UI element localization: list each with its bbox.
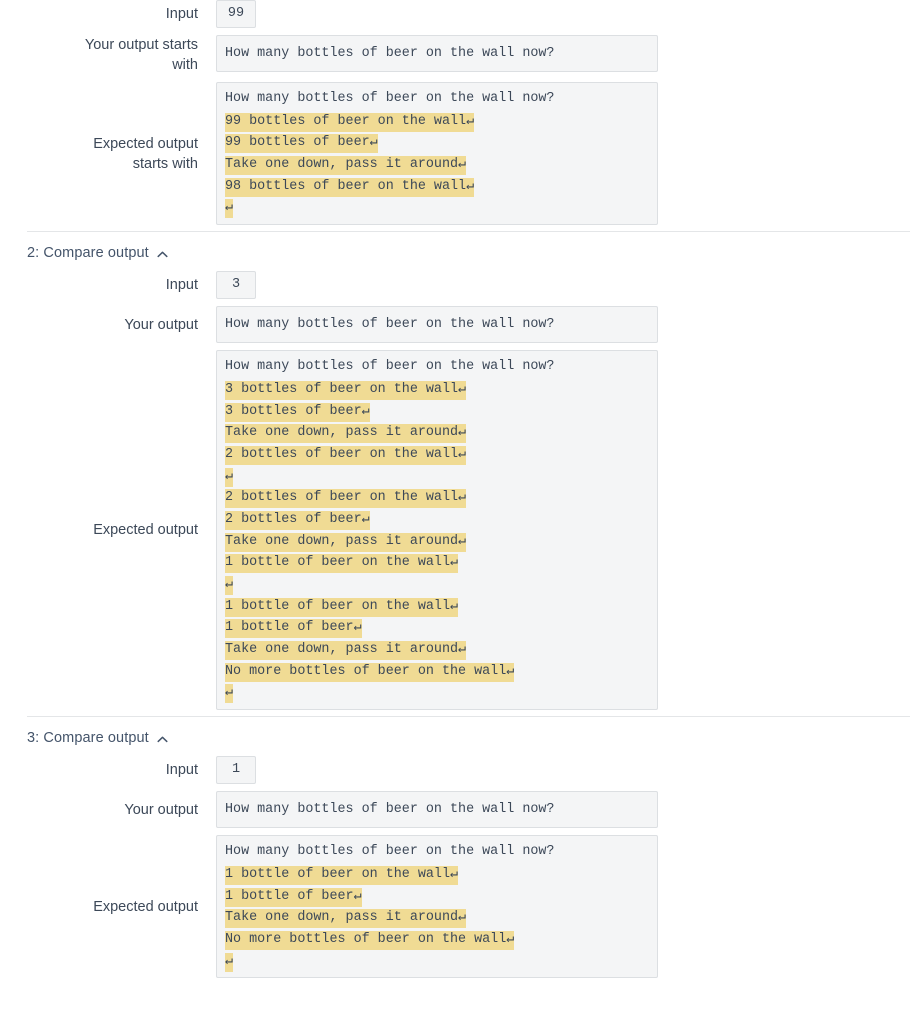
chevron-up-icon[interactable] [156,733,169,746]
output-line: Take one down, pass it around↵ [225,906,649,928]
expected-output-field-wrap: How many bottles of beer on the wall now… [216,82,658,225]
expected-output-value[interactable]: How many bottles of beer on the wall now… [216,350,658,710]
output-line: No more bottles of beer on the wall↵ [225,928,649,950]
output-line: 1 bottle of beer on the wall↵ [225,863,649,885]
section-body: Input 3 Your output How many bottles of bee… [0,271,910,710]
output-line: Take one down, pass it around↵ [225,153,649,175]
output-line: 2 bottles of beer on the wall↵ [225,486,649,508]
your-output-field-wrap: How many bottles of beer on the wall now… [216,791,658,828]
output-line: How many bottles of beer on the wall now… [225,88,649,110]
expected-output-row: Expected output starts with How many bott… [0,82,910,225]
output-line: 2 bottles of beer↵ [225,508,649,530]
output-line: 2 bottles of beer on the wall↵ [225,443,649,465]
your-output-value[interactable]: How many bottles of beer on the wall now… [216,35,658,72]
your-output-label: Your output [0,791,198,820]
section-header-toggle[interactable]: 2: Compare output [0,232,910,271]
output-line: ↵ [225,573,649,595]
output-line: Take one down, pass it around↵ [225,421,649,443]
your-output-value[interactable]: How many bottles of beer on the wall now… [216,306,658,343]
input-row: Input 3 [0,271,910,299]
your-output-label: Your output [0,306,198,335]
expected-output-label: Expected output [0,350,198,540]
input-row: Input 1 [0,756,910,784]
output-line: How many bottles of beer on the wall now… [225,356,649,378]
input-label: Input [0,271,198,295]
input-field-wrap: 1 [216,756,256,784]
section-title: 3: Compare output [27,730,149,746]
input-value[interactable]: 3 [216,271,256,299]
output-line: 1 bottle of beer on the wall↵ [225,595,649,617]
output-line: 1 bottle of beer↵ [225,616,649,638]
input-field-wrap: 99 [216,0,256,28]
input-field-wrap: 3 [216,271,256,299]
your-output-row: Your output How many bottles of beer on t… [0,306,910,343]
input-label: Input [0,756,198,780]
output-line: 99 bottles of beer on the wall↵ [225,110,649,132]
output-line: ↵ [225,465,649,487]
input-value[interactable]: 1 [216,756,256,784]
expected-output-row: Expected output How many bottles of beer … [0,350,910,710]
chevron-up-icon[interactable] [156,248,169,261]
output-line: ↵ [225,681,649,703]
output-line: How many bottles of beer on the wall now… [225,841,649,863]
your-output-label: Your output starts with [0,35,198,75]
section-body: Input 1 Your output How many bottles of bee… [0,756,910,978]
expected-output-field-wrap: How many bottles of beer on the wall now… [216,350,658,710]
output-line: 1 bottle of beer↵ [225,885,649,907]
output-line: 99 bottles of beer↵ [225,131,649,153]
your-output-row: Your output starts with How many bottles … [0,35,910,75]
expected-output-value[interactable]: How many bottles of beer on the wall now… [216,835,658,978]
your-output-value[interactable]: How many bottles of beer on the wall now… [216,791,658,828]
output-line: ↵ [225,196,649,218]
output-line: 1 bottle of beer on the wall↵ [225,551,649,573]
expected-output-field-wrap: How many bottles of beer on the wall now… [216,835,658,978]
output-line: 3 bottles of beer↵ [225,400,649,422]
input-value[interactable]: 99 [216,0,256,28]
your-output-field-wrap: How many bottles of beer on the wall now… [216,306,658,343]
output-line: Take one down, pass it around↵ [225,530,649,552]
output-line: ↵ [225,950,649,972]
section-body: Input 99 Your output starts with How many b… [0,0,910,225]
test-results-page: Input 99 Your output starts with How many b… [0,0,910,978]
section-3: 3: Compare output Input 1 Your output How ma… [0,716,910,978]
expected-output-label: Expected output starts with [0,82,198,174]
section-2: 2: Compare output Input 3 Your output How ma… [0,231,910,710]
input-row: Input 99 [0,0,910,28]
output-line: 98 bottles of beer on the wall↵ [225,175,649,197]
sections-container: Input 99 Your output starts with How many b… [0,0,910,978]
input-label: Input [0,0,198,24]
expected-output-value[interactable]: How many bottles of beer on the wall now… [216,82,658,225]
output-line: No more bottles of beer on the wall↵ [225,660,649,682]
your-output-field-wrap: How many bottles of beer on the wall now… [216,35,658,72]
output-line: 3 bottles of beer on the wall↵ [225,378,649,400]
output-line: Take one down, pass it around↵ [225,638,649,660]
section-title: 2: Compare output [27,245,149,261]
section-1: Input 99 Your output starts with How many b… [0,0,910,225]
expected-output-label: Expected output [0,835,198,917]
your-output-row: Your output How many bottles of beer on t… [0,791,910,828]
expected-output-row: Expected output How many bottles of beer … [0,835,910,978]
section-header-toggle[interactable]: 3: Compare output [0,717,910,756]
